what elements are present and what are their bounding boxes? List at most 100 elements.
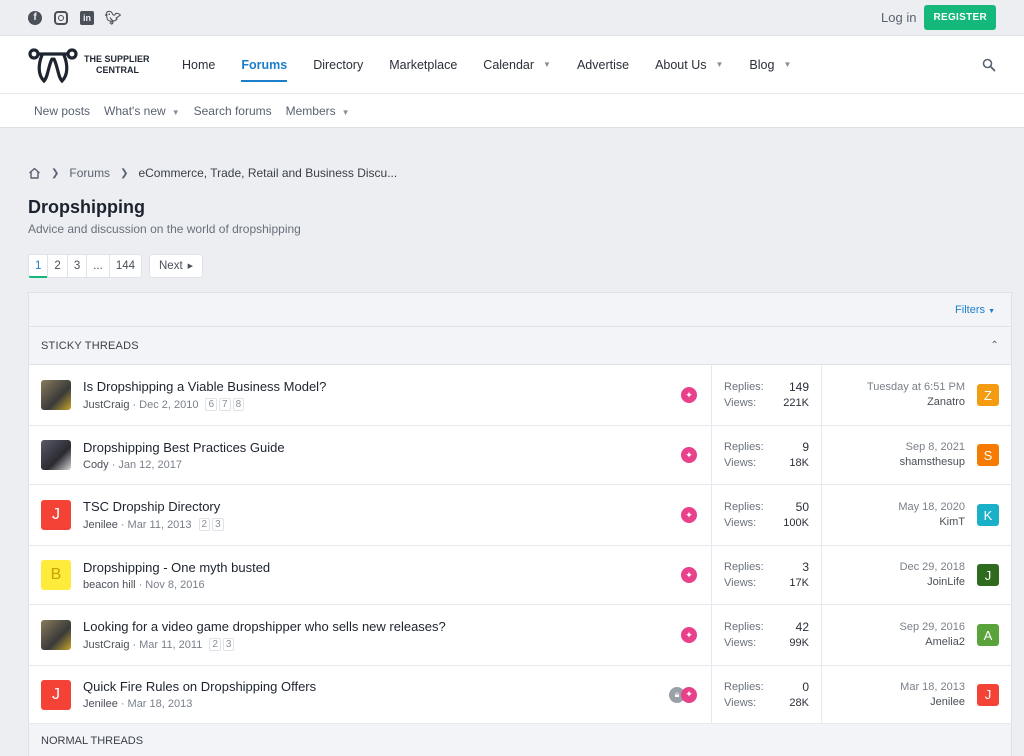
thread-page-link[interactable]: 8 [232,398,245,411]
last-post-date[interactable]: Tuesday at 6:51 PM [867,380,965,395]
login-link[interactable]: Log in [881,10,916,25]
thread-date[interactable]: Jan 12, 2017 [118,459,182,471]
nav-about-us[interactable]: About Us ▼ [642,36,736,94]
thread-page-link[interactable]: 2 [198,518,211,531]
replies-count: 42 [795,620,809,634]
thread-row[interactable]: J TSC Dropship Directory Jenilee · Mar 11, 2… [29,485,1011,546]
thread-row[interactable]: Is Dropshipping a Viable Business Model?… [29,365,1011,426]
subnav-members[interactable]: Members ▼ [286,104,350,118]
last-post-user[interactable]: Jenilee [900,695,965,710]
instagram-icon[interactable] [54,10,68,25]
last-poster-avatar[interactable]: S [977,444,999,466]
last-post-date[interactable]: Sep 29, 2016 [900,620,965,635]
views-label: Views: [724,696,757,709]
chevron-down-icon[interactable]: ▼ [342,108,350,117]
nav-calendar[interactable]: Calendar ▼ [470,36,564,94]
author-avatar[interactable]: B [41,560,71,590]
last-post-user[interactable]: Zanatro [867,395,965,410]
thread-author[interactable]: beacon hill [83,579,136,591]
thread-title[interactable]: Is Dropshipping a Viable Business Model? [83,379,326,394]
nav-directory[interactable]: Directory [300,36,376,94]
thread-author[interactable]: Jenilee [83,519,118,531]
facebook-icon[interactable]: f [28,10,42,25]
thread-row[interactable]: J Quick Fire Rules on Dropshipping Offers… [29,666,1011,724]
last-post-user[interactable]: KimT [898,515,965,530]
thread-title[interactable]: Dropshipping - One myth busted [83,560,270,575]
thread-author[interactable]: JustCraig [83,639,129,651]
chevron-down-icon[interactable]: ▼ [715,60,723,69]
search-icon[interactable] [982,58,996,72]
thread-date[interactable]: Mar 11, 2013 [128,519,192,531]
thread-title[interactable]: Quick Fire Rules on Dropshipping Offers [83,679,316,694]
last-post-date[interactable]: Sep 8, 2021 [900,440,965,455]
nav-blog[interactable]: Blog ▼ [736,36,804,94]
author-avatar[interactable] [41,380,71,410]
thread-author[interactable]: Jenilee [83,698,118,710]
thread-date[interactable]: Dec 2, 2010 [139,399,198,411]
page-link-1[interactable]: 1 [28,254,49,278]
thread-row[interactable]: Looking for a video game dropshipper who… [29,605,1011,666]
meta-separator: · [120,518,125,531]
last-poster-avatar[interactable]: A [977,624,999,646]
last-post-date[interactable]: Dec 29, 2018 [900,560,965,575]
page-ellipsis[interactable]: ... [86,254,110,278]
subnav-search-forums[interactable]: Search forums [194,104,272,118]
thread-page-link[interactable]: 3 [222,638,235,651]
chevron-down-icon[interactable]: ▼ [543,60,551,69]
last-post-date[interactable]: May 18, 2020 [898,500,965,515]
page-link-3[interactable]: 3 [66,254,88,278]
thread-title[interactable]: TSC Dropship Directory [83,499,224,514]
meta-separator: · [132,638,137,651]
linkedin-icon[interactable]: in [80,10,94,25]
chevron-up-icon[interactable]: ⌃ [990,340,999,351]
author-avatar[interactable] [41,440,71,470]
last-post-date[interactable]: Mar 18, 2013 [900,680,965,695]
chevron-down-icon[interactable]: ▼ [172,108,180,117]
register-button[interactable]: REGISTER [924,5,996,30]
thread-date[interactable]: Mar 18, 2013 [128,698,193,710]
thread-page-link[interactable]: 3 [212,518,224,531]
chevron-down-icon[interactable]: ▼ [783,60,791,69]
author-avatar[interactable]: J [41,500,71,530]
last-post-user[interactable]: JoinLife [900,575,965,590]
avatar-letter: B [50,566,62,583]
thread-date[interactable]: Nov 8, 2016 [145,579,204,591]
thread-stats: Replies: 3 Views: 17K [711,546,822,604]
thread-row[interactable]: Dropshipping Best Practices Guide Cody · Ja… [29,426,1011,485]
last-poster-avatar[interactable]: Z [977,384,999,406]
last-poster-avatar[interactable]: J [977,564,999,586]
last-poster-avatar[interactable]: K [977,504,999,526]
subnav-whats-new[interactable]: What's new ▼ [104,104,180,118]
author-avatar[interactable]: J [41,679,71,710]
thread-author[interactable]: JustCraig [83,399,129,411]
filters-button[interactable]: Filters ▼ [955,304,995,316]
page-link-last[interactable]: 144 [108,254,142,278]
subnav-new-posts[interactable]: New posts [34,104,90,118]
next-page-button[interactable]: Next ▶ [149,254,204,278]
site-logo[interactable]: THE SUPPLIER CENTRAL [28,45,165,85]
sticky-threads-header[interactable]: STICKY THREADS ⌃ [29,327,1011,365]
twitter-icon[interactable]: 🐦︎ [105,10,122,25]
thread-title[interactable]: Looking for a video game dropshipper who… [83,619,446,634]
breadcrumb-current[interactable]: eCommerce, Trade, Retail and Business Di… [138,166,397,180]
author-avatar[interactable] [41,620,71,650]
thread-date[interactable]: Mar 11, 2011 [139,639,202,651]
last-poster-avatar[interactable]: J [977,683,999,706]
nav-marketplace[interactable]: Marketplace [376,36,470,94]
last-post-user[interactable]: Amelia2 [900,635,965,650]
thread-page-link[interactable]: 2 [209,638,221,651]
logo-text: THE SUPPLIER CENTRAL [84,54,150,76]
nav-forums[interactable]: Forums [228,36,300,94]
last-post-info: Dec 29, 2018 JoinLife [900,560,965,590]
nav-advertise[interactable]: Advertise [564,36,642,94]
page-link-2[interactable]: 2 [47,254,68,278]
thread-title[interactable]: Dropshipping Best Practices Guide [83,440,285,455]
thread-row[interactable]: B Dropshipping - One myth busted beacon hi… [29,546,1011,605]
home-icon[interactable] [28,167,41,179]
breadcrumb-forums[interactable]: Forums [69,166,110,180]
thread-page-link[interactable]: 6 [205,398,218,411]
last-post-user[interactable]: shamsthesup [900,455,965,470]
thread-author[interactable]: Cody [83,459,109,471]
thread-page-link[interactable]: 7 [219,398,231,411]
nav-home[interactable]: Home [169,36,228,94]
